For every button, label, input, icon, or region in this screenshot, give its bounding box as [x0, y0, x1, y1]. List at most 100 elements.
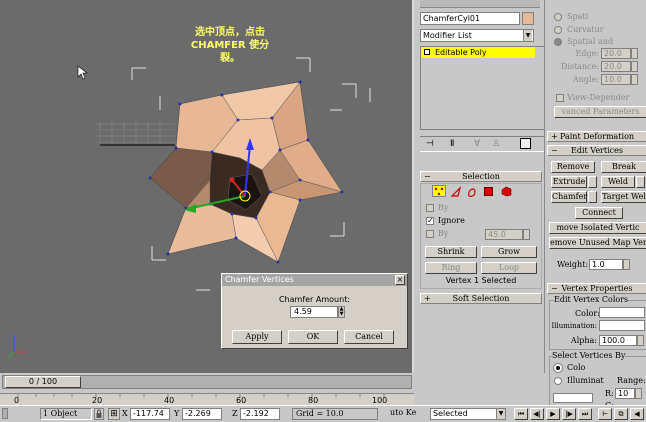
element-mode-icon[interactable]: [501, 186, 512, 197]
ignore-backfacing-checkbox[interactable]: ✓: [426, 217, 434, 225]
make-unique-icon[interactable]: ∀: [474, 139, 480, 149]
selection-status-text: Vertex 1 Selected: [445, 276, 517, 285]
expand-icon[interactable]: [424, 49, 430, 55]
chamfer-amount-input[interactable]: 4.59: [290, 306, 338, 318]
weld-button[interactable]: Weld: [601, 176, 635, 188]
command-panel-tabs[interactable]: [420, 0, 540, 8]
break-button[interactable]: Break: [601, 161, 646, 173]
vertex-mode-icon[interactable]: [432, 185, 446, 197]
extrude-button[interactable]: Extrude: [551, 176, 587, 188]
lock-icon[interactable]: [94, 408, 104, 420]
edge-input[interactable]: 20.0: [601, 48, 631, 59]
go-to-start-icon[interactable]: ⏮: [514, 408, 528, 420]
spatial-radio[interactable]: [554, 13, 562, 21]
spatial-and-radio[interactable]: [554, 38, 562, 46]
weld-settings-button[interactable]: [636, 176, 645, 188]
distance-spinner[interactable]: [631, 61, 638, 72]
by-angle-spinner[interactable]: [523, 229, 530, 240]
vertex-color-swatch[interactable]: [599, 307, 645, 318]
maxscript-listener-button[interactable]: [2, 408, 8, 419]
remove-unused-map-verts-button[interactable]: emove Unused Map Vert: [549, 237, 646, 249]
absolute-mode-icon[interactable]: ⊞: [108, 408, 120, 420]
chamfer-cylinder-object[interactable]: [148, 80, 344, 264]
chamfer-button[interactable]: Chamfer: [551, 191, 587, 203]
remove-isolated-vertices-button[interactable]: move Isolated Vertic: [549, 222, 646, 234]
perspective-viewport[interactable]: 选中顶点，点击 CHAMFER 使分 裂。 Chamfer Vertices ×…: [0, 0, 414, 373]
previous-frame-icon[interactable]: ◀|: [530, 408, 544, 420]
advanced-parameters-button[interactable]: vanced Parameters: [554, 106, 646, 118]
r-range-spinner[interactable]: [635, 388, 642, 399]
shrink-button[interactable]: Shrink: [425, 246, 477, 258]
select-color-swatch[interactable]: [553, 393, 593, 403]
edit-vertex-colors-label: Edit Vertex Colors: [554, 295, 629, 304]
configure-sets-icon[interactable]: [520, 138, 531, 149]
key-mode-icon[interactable]: ⊢: [598, 408, 612, 420]
object-name-field[interactable]: ChamferCyl01: [420, 12, 520, 25]
y-coordinate-field[interactable]: -2.269: [182, 408, 222, 420]
curvature-radio[interactable]: [554, 26, 562, 34]
ok-button[interactable]: OK: [288, 330, 338, 344]
tutorial-note: 选中顶点，点击 CHAMFER 使分 裂。: [175, 26, 285, 65]
time-config-icon[interactable]: ⧉: [614, 408, 628, 420]
chevron-down-icon[interactable]: ▼: [496, 409, 505, 419]
illumination-radio[interactable]: [554, 377, 562, 385]
z-coordinate-field[interactable]: -2.192: [240, 408, 280, 420]
object-color-swatch[interactable]: [522, 12, 534, 25]
color-radio[interactable]: [553, 363, 563, 373]
soft-selection-rollout-header[interactable]: + Soft Selection: [420, 293, 542, 304]
selection-rollout-header[interactable]: − Selection: [420, 171, 542, 182]
edit-vertices-rollout-header[interactable]: − Edit Vertices: [547, 145, 646, 156]
view-dependent-checkbox[interactable]: [556, 94, 564, 102]
stack-item-editable-poly[interactable]: Editable Poly: [421, 47, 535, 58]
auto-key-button[interactable]: uto Ke: [390, 408, 422, 420]
angle-label: Angle:: [572, 75, 599, 84]
weight-input[interactable]: 1.0: [589, 259, 623, 270]
polygon-mode-icon[interactable]: [484, 187, 493, 196]
extrude-settings-button[interactable]: [588, 176, 597, 188]
go-to-end-icon[interactable]: ⏭: [578, 408, 592, 420]
x-coordinate-field[interactable]: -117.74: [130, 408, 170, 420]
r-range-input[interactable]: 10: [615, 388, 635, 399]
paint-deformation-rollout-header[interactable]: + Paint Deformation: [547, 131, 646, 142]
alpha-input[interactable]: 100.0: [599, 335, 637, 346]
show-end-result-icon[interactable]: Ⅱ: [450, 139, 454, 149]
play-icon[interactable]: ▶: [546, 408, 560, 420]
angle-input[interactable]: 10.0: [601, 74, 631, 85]
ring-button[interactable]: Ring: [425, 262, 477, 274]
alpha-spinner[interactable]: [637, 335, 644, 346]
illumination-swatch[interactable]: [599, 320, 645, 331]
mouse-cursor-icon: [77, 65, 88, 80]
apply-button[interactable]: Apply: [232, 330, 282, 344]
grow-button[interactable]: Grow: [481, 246, 537, 258]
cancel-button[interactable]: Cancel: [344, 330, 394, 344]
target-weld-button[interactable]: Target Wel: [601, 191, 646, 203]
spatial-label: Spati: [567, 12, 589, 21]
angle-spinner[interactable]: [631, 74, 638, 85]
border-mode-icon[interactable]: [466, 186, 478, 198]
loop-button[interactable]: Loop: [481, 262, 537, 274]
pin-stack-icon[interactable]: ⊣: [426, 139, 434, 149]
edge-spinner[interactable]: [631, 48, 638, 59]
by-angle-checkbox[interactable]: [426, 230, 434, 238]
chamfer-settings-button[interactable]: [588, 191, 597, 203]
timeline-side-filler: [414, 373, 544, 405]
modifier-stack[interactable]: Editable Poly: [420, 46, 546, 130]
remove-modifier-icon[interactable]: ♙: [492, 139, 500, 149]
modifier-list-dropdown[interactable]: Modifier List ▼: [420, 29, 534, 42]
by-vertex-checkbox[interactable]: [426, 204, 434, 212]
vertex-properties-rollout-header[interactable]: − Vertex Properties: [547, 283, 646, 294]
connect-button[interactable]: Connect: [575, 207, 623, 219]
dialog-close-button[interactable]: ×: [395, 275, 405, 285]
remove-button[interactable]: Remove: [551, 161, 595, 173]
by-angle-input[interactable]: 45.0: [485, 229, 523, 240]
timeline-ruler[interactable]: 0 20 40 60 80 100: [0, 393, 414, 405]
next-frame-icon[interactable]: |▶: [562, 408, 576, 420]
chamfer-amount-spinner[interactable]: ▲ ▼: [338, 306, 345, 318]
chevron-down-icon[interactable]: ▼: [523, 30, 532, 41]
time-slider-handle[interactable]: 0 / 100: [5, 376, 81, 388]
weight-spinner[interactable]: [623, 259, 630, 270]
edge-mode-icon[interactable]: [450, 186, 462, 198]
key-filter-dropdown[interactable]: Selected ▼: [430, 408, 506, 420]
distance-input[interactable]: 20.0: [601, 61, 631, 72]
key-filters-icon[interactable]: ◀: [630, 408, 644, 420]
